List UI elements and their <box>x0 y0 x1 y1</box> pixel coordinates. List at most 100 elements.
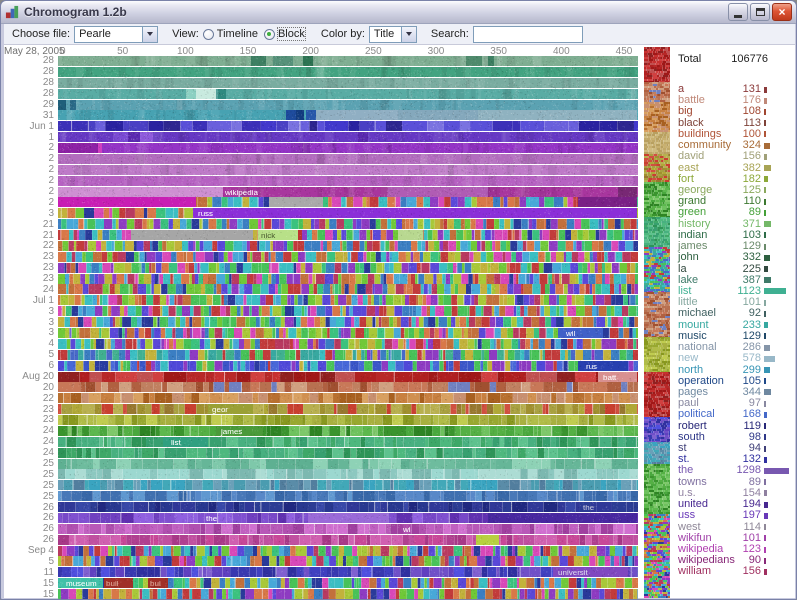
app-icon <box>5 5 20 20</box>
color-by-select[interactable]: Title <box>369 26 417 43</box>
word-count-bar <box>764 143 770 149</box>
date-label: Jun 1 <box>6 122 54 132</box>
word-row[interactable]: john332 <box>671 252 795 263</box>
word-count: 114 <box>671 522 761 533</box>
date-label: 3 <box>6 318 54 328</box>
word-count: 113 <box>671 118 761 129</box>
date-label: 25 <box>6 492 54 502</box>
word-count: 578 <box>671 353 761 364</box>
word-count-bar <box>764 244 766 250</box>
word-row[interactable]: mount233 <box>671 320 795 331</box>
word-count: 119 <box>671 421 761 432</box>
word-row[interactable]: david156 <box>671 151 795 162</box>
word-row[interactable]: big108 <box>671 106 795 117</box>
date-label: 23 <box>6 415 54 425</box>
word-row[interactable]: new578 <box>671 353 795 364</box>
word-row[interactable]: william156 <box>671 566 795 577</box>
date-label: 23 <box>6 274 54 284</box>
title-bar[interactable]: Chromogram 1.2b × <box>1 1 796 24</box>
date-label: 22 <box>6 241 54 251</box>
word-count: 92 <box>671 308 761 319</box>
date-label: Sep 4 <box>6 546 54 556</box>
date-label: 21 <box>6 220 54 230</box>
word-count-bar <box>764 221 771 227</box>
word-count-bar <box>764 345 770 351</box>
word-row[interactable]: uss197 <box>671 510 795 521</box>
word-row[interactable]: east382 <box>671 163 795 174</box>
choose-file-label: Choose file: <box>12 28 70 40</box>
word-row[interactable]: black113 <box>671 118 795 129</box>
date-label: 15 <box>6 590 54 600</box>
date-label: 29 <box>6 100 54 110</box>
word-count-bar <box>764 446 766 452</box>
date-label: 26 <box>6 524 54 534</box>
word-row[interactable]: history371 <box>671 219 795 230</box>
word-count-bar <box>764 479 766 485</box>
date-label: 20 <box>6 383 54 393</box>
date-label: 3 <box>6 209 54 219</box>
word-row[interactable]: political168 <box>671 409 795 420</box>
date-label: 24 <box>6 448 54 458</box>
visualization-area: May 28, 2005 050100150200250300350400450… <box>4 45 795 598</box>
word-count-bar <box>764 558 766 564</box>
word-row[interactable]: green89 <box>671 207 795 218</box>
search-label: Search: <box>431 28 469 40</box>
radio-block[interactable]: Block <box>264 28 305 40</box>
date-label: 28 <box>6 67 54 77</box>
date-label: 23 <box>6 252 54 262</box>
word-count: 225 <box>671 264 761 275</box>
word-count-bar <box>764 569 767 575</box>
date-label: 25 <box>6 470 54 480</box>
date-label: 28 <box>6 89 54 99</box>
date-label: 5 <box>6 557 54 567</box>
word-panel: Total 106776 a131battle176big108black113… <box>671 45 795 598</box>
word-count-bar <box>764 87 767 93</box>
word-count: 108 <box>671 106 761 117</box>
word-count-bar <box>764 255 770 261</box>
minimize-button[interactable] <box>728 3 748 21</box>
radio-block-circle[interactable] <box>264 29 275 40</box>
date-label: 21 <box>6 231 54 241</box>
word-count: 197 <box>671 510 761 521</box>
maximize-button[interactable] <box>750 3 770 21</box>
word-count-bar <box>764 389 771 395</box>
search-input[interactable] <box>473 26 583 43</box>
word-count-bar <box>764 322 768 328</box>
word-count-bar <box>764 109 766 115</box>
chevron-down-icon[interactable] <box>142 27 157 42</box>
word-count: 332 <box>671 252 761 263</box>
word-count-bar <box>764 333 766 339</box>
overview-strip[interactable] <box>644 47 670 598</box>
word-row[interactable]: michael92 <box>671 308 795 319</box>
date-label: 23 <box>6 405 54 415</box>
radio-timeline[interactable]: Timeline <box>203 28 258 40</box>
date-label: 2 <box>6 198 54 208</box>
chromogram-canvas[interactable] <box>58 56 638 600</box>
word-count-bar <box>764 277 771 283</box>
date-label: 5 <box>6 350 54 360</box>
word-row[interactable]: south98 <box>671 432 795 443</box>
word-count-bar <box>764 535 766 541</box>
word-row[interactable]: la225 <box>671 264 795 275</box>
toolbar: Choose file: Pearle View: Timeline Block… <box>4 24 795 45</box>
date-label: 26 <box>6 535 54 545</box>
color-by-select-value: Title <box>370 27 401 42</box>
word-row[interactable]: robert119 <box>671 421 795 432</box>
word-count-bar <box>764 412 767 418</box>
date-label: 24 <box>6 285 54 295</box>
date-label: Jul 1 <box>6 296 54 306</box>
date-label: 26 <box>6 503 54 513</box>
date-label: 24 <box>6 437 54 447</box>
date-label: 1 <box>6 133 54 143</box>
radio-timeline-circle[interactable] <box>203 29 214 40</box>
file-select[interactable]: Pearle <box>74 26 158 43</box>
word-row[interactable]: north299 <box>671 365 795 376</box>
word-count-bar <box>764 502 768 508</box>
close-button[interactable]: × <box>772 3 792 21</box>
word-count-bar <box>764 367 770 373</box>
chevron-down-icon[interactable] <box>401 27 416 42</box>
word-row[interactable]: the1298 <box>671 465 795 476</box>
word-count: 89 <box>671 207 761 218</box>
word-row[interactable]: west114 <box>671 522 795 533</box>
word-count: 168 <box>671 409 761 420</box>
